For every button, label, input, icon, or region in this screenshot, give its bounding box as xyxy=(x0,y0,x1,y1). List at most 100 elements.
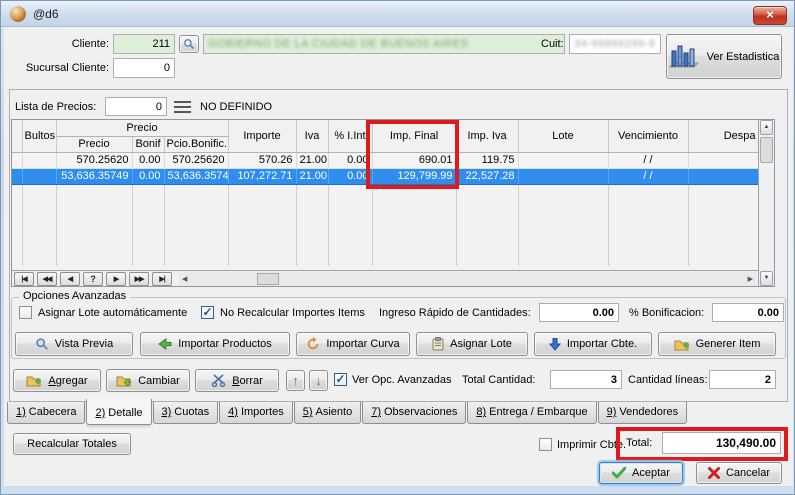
lista-precios-field[interactable]: 0 xyxy=(105,97,167,116)
lista-precios-nombre: NO DEFINIDO xyxy=(200,101,272,113)
borrar-button[interactable]: Borrar xyxy=(195,369,279,392)
importar-curva-button[interactable]: Importar Curva xyxy=(296,332,410,356)
arrow-up-icon: ↑ xyxy=(292,373,299,388)
table-row-selected[interactable]: 53,636.35749 0.00 53,636.35749 107,272.7… xyxy=(12,168,758,184)
bonificacion-field[interactable]: 0.00 xyxy=(712,303,784,322)
close-icon: × xyxy=(766,7,774,22)
nav-next-button[interactable]: ▶ xyxy=(106,272,126,286)
no-recalcular-checkbox[interactable]: ✓ xyxy=(201,306,214,319)
col-bultos[interactable]: Bultos xyxy=(22,120,56,152)
tab-cabecera[interactable]: 1)Cabecera xyxy=(7,402,85,424)
items-table: Bultos Precio Importe Iva % I.Int Imp. F… xyxy=(12,120,759,266)
close-button[interactable]: × xyxy=(753,6,787,25)
cliente-name-field[interactable]: GOBIERNO DE LA CIUDAD DE BUENOS AIRES xyxy=(203,34,565,54)
ver-estadistica-label: Ver Estadistica xyxy=(707,51,780,63)
sucursal-field[interactable]: 0 xyxy=(113,58,175,78)
generer-item-button[interactable]: Generer Item xyxy=(658,332,776,356)
cantidad-lineas-field[interactable]: 2 xyxy=(709,370,776,389)
cell-i-int: 0.00 xyxy=(328,152,372,168)
x-icon xyxy=(708,467,720,479)
cambiar-button[interactable]: Cambiar xyxy=(106,369,190,392)
scroll-up-button[interactable]: ▲ xyxy=(760,120,773,135)
col-bonif[interactable]: Bonif xyxy=(132,136,164,152)
cliente-search-button[interactable] xyxy=(179,35,199,53)
vertical-scrollbar[interactable]: ▲ ▼ xyxy=(758,120,774,286)
cuit-value: 34-99999299-9 xyxy=(574,38,655,50)
aceptar-button[interactable]: Aceptar xyxy=(599,462,683,484)
scroll-left-icon[interactable]: ◀ xyxy=(182,275,187,283)
cell-vencimiento: / / xyxy=(608,168,688,184)
title-bar: @d6 × xyxy=(1,1,795,27)
asignar-lote-button[interactable]: Asignar Lote xyxy=(416,332,528,356)
table-row[interactable]: 570.25620 0.00 570.25620 570.26 21.00 0.… xyxy=(12,152,758,168)
tab-cuotas[interactable]: 3)Cuotas xyxy=(153,402,219,424)
col-imp-final[interactable]: Imp. Final xyxy=(372,120,456,152)
col-precio-group[interactable]: Precio xyxy=(56,120,228,136)
ver-estadistica-button[interactable]: Ver Estadistica xyxy=(666,34,782,79)
asignar-lote-auto-label: Asignar Lote automáticamente xyxy=(38,307,187,319)
nav-fast-prev-button[interactable]: ◀◀ xyxy=(37,272,57,286)
tab-entrega-embarque[interactable]: 8)Entrega / Embarque xyxy=(467,402,596,424)
borrar-label: Borrar xyxy=(232,375,263,387)
arrow-down-icon: ↓ xyxy=(315,373,322,388)
col-vencimiento[interactable]: Vencimiento xyxy=(608,120,688,152)
grid-empty-area xyxy=(12,184,758,266)
total-label: Total: xyxy=(626,437,652,449)
scroll-down-button[interactable]: ▼ xyxy=(760,271,773,286)
cell-precio: 570.25620 xyxy=(56,152,132,168)
col-importe[interactable]: Importe xyxy=(228,120,296,152)
nav-first-button[interactable]: |◀ xyxy=(14,272,34,286)
cuit-field[interactable]: 34-99999299-9 xyxy=(569,34,661,54)
check-icon xyxy=(612,467,626,479)
cliente-label: Cliente: xyxy=(21,38,109,50)
lista-precios-label: Lista de Precios: xyxy=(15,101,96,113)
tab-detalle[interactable]: 2)Detalle xyxy=(86,399,151,425)
total-field[interactable]: 130,490.00 xyxy=(662,432,781,454)
nav-search-button[interactable]: ? xyxy=(83,272,103,286)
col-i-int[interactable]: % I.Int xyxy=(328,120,372,152)
window-title: @d6 xyxy=(33,7,59,21)
horizontal-scrollbar[interactable]: ◀ ▶ xyxy=(179,272,756,286)
total-cantidad-field[interactable]: 3 xyxy=(550,370,622,389)
ingreso-rapido-field[interactable]: 0.00 xyxy=(539,303,619,322)
folder-arrow-icon xyxy=(116,374,132,387)
agregar-button[interactable]: Agregar xyxy=(13,369,101,392)
ver-opc-avanzadas-checkbox[interactable]: ✓ xyxy=(334,373,347,386)
vista-previa-label: Vista Previa xyxy=(55,338,114,350)
recalcular-totales-button[interactable]: Recalcular Totales xyxy=(13,433,131,455)
nav-last-button[interactable]: ▶| xyxy=(152,272,172,286)
total-value: 130,490.00 xyxy=(716,436,776,450)
col-pcio-bonific[interactable]: Pcio.Bonific. xyxy=(164,136,228,152)
cliente-code-field[interactable]: 211 xyxy=(113,34,175,54)
col-lote[interactable]: Lote xyxy=(518,120,608,152)
horizontal-scroll-thumb[interactable] xyxy=(257,273,279,285)
col-iva[interactable]: Iva xyxy=(296,120,328,152)
col-precio[interactable]: Precio xyxy=(56,136,132,152)
cell-bonif: 0.00 xyxy=(132,168,164,184)
menu-icon[interactable] xyxy=(174,101,191,113)
vertical-scroll-thumb[interactable] xyxy=(760,137,773,163)
cell-lote xyxy=(518,152,608,168)
cancelar-button[interactable]: Cancelar xyxy=(696,462,782,484)
col-despacho[interactable]: Despa xyxy=(688,120,758,152)
importar-productos-label: Importar Productos xyxy=(178,338,272,350)
tab-asiento[interactable]: 5)Asiento xyxy=(294,402,361,424)
asignar-lote-auto-checkbox[interactable] xyxy=(19,306,32,319)
imprimir-cbte-checkbox[interactable] xyxy=(539,438,552,451)
move-down-button[interactable]: ↓ xyxy=(309,370,328,391)
app-icon xyxy=(10,6,26,22)
tab-observaciones[interactable]: 7)Observaciones xyxy=(362,402,466,424)
nav-prev-button[interactable]: ◀ xyxy=(60,272,80,286)
vista-previa-button[interactable]: Vista Previa xyxy=(15,332,133,356)
tab-vendedores[interactable]: 9)Vendedores xyxy=(598,402,688,424)
move-up-button[interactable]: ↑ xyxy=(286,370,305,391)
importar-productos-button[interactable]: Importar Productos xyxy=(140,332,290,356)
asignar-lote-label: Asignar Lote xyxy=(450,338,512,350)
tab-importes[interactable]: 4)Importes xyxy=(219,402,293,424)
cell-vencimiento: / / xyxy=(608,152,688,168)
nav-fast-next-button[interactable]: ▶▶ xyxy=(129,272,149,286)
scroll-right-icon[interactable]: ▶ xyxy=(748,275,753,283)
check-icon: ✓ xyxy=(335,373,345,385)
col-imp-iva[interactable]: Imp. Iva xyxy=(456,120,518,152)
importar-cbte-button[interactable]: Importar Cbte. xyxy=(534,332,652,356)
